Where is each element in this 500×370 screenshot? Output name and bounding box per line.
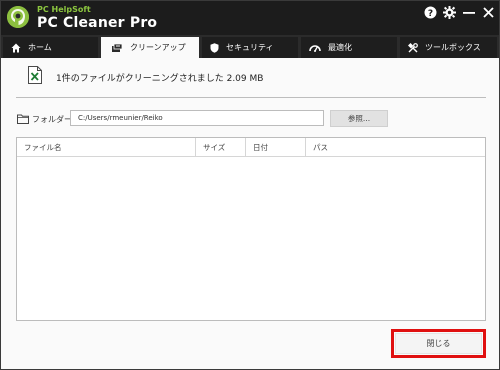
excel-file-icon bbox=[28, 66, 42, 86]
column-size[interactable]: サイズ bbox=[196, 138, 246, 157]
gear-icon[interactable] bbox=[442, 5, 456, 19]
tab-toolbox[interactable]: ツールボックス bbox=[400, 37, 497, 58]
browse-button[interactable]: 参照... bbox=[330, 110, 388, 127]
table-header: ファイル名 サイズ 日付 パス bbox=[17, 138, 485, 157]
cleanup-panel: 1件のファイルがクリーニングされました 2.09 MB フォルダー 参照... … bbox=[1, 58, 499, 369]
tools-icon bbox=[408, 42, 418, 52]
close-button[interactable]: 閉じる bbox=[395, 333, 482, 354]
app-window: PC HelpSoft PC Cleaner Pro ? ホーム クリーンアップ… bbox=[0, 0, 500, 370]
column-path[interactable]: パス bbox=[306, 138, 485, 157]
title-bar: PC HelpSoft PC Cleaner Pro ? bbox=[1, 1, 499, 35]
tab-home[interactable]: ホーム bbox=[3, 37, 98, 58]
shield-icon bbox=[210, 42, 219, 53]
tab-label: クリーンアップ bbox=[130, 43, 186, 52]
close-icon[interactable] bbox=[481, 5, 495, 19]
app-logo-icon bbox=[7, 6, 29, 28]
file-table: ファイル名 サイズ 日付 パス bbox=[16, 137, 486, 321]
app-title: PC Cleaner Pro bbox=[37, 15, 158, 31]
brand-company: PC HelpSoft bbox=[37, 5, 91, 14]
folder-icon bbox=[17, 114, 29, 126]
tab-label: ツールボックス bbox=[425, 43, 481, 52]
speedometer-icon bbox=[309, 45, 321, 52]
home-icon bbox=[11, 43, 21, 52]
folder-label: フォルダー bbox=[32, 115, 72, 124]
tab-label: セキュリティ bbox=[226, 43, 274, 52]
column-date[interactable]: 日付 bbox=[246, 138, 306, 157]
folder-path-input[interactable] bbox=[70, 110, 324, 126]
tab-label: 最適化 bbox=[328, 43, 352, 52]
svg-text:?: ? bbox=[427, 9, 432, 19]
column-filename[interactable]: ファイル名 bbox=[17, 138, 196, 157]
tab-security[interactable]: セキュリティ bbox=[202, 37, 298, 58]
minimize-icon[interactable] bbox=[462, 5, 476, 19]
tab-label: ホーム bbox=[28, 43, 52, 52]
divider bbox=[16, 97, 486, 98]
tab-bar: ホーム クリーンアップ セキュリティ 最適化 ツールボックス bbox=[1, 35, 499, 58]
close-button-highlight: 閉じる bbox=[391, 329, 486, 358]
cleanup-summary: 1件のファイルがクリーニングされました 2.09 MB bbox=[56, 74, 264, 84]
tab-cleanup[interactable]: クリーンアップ bbox=[101, 37, 199, 58]
help-icon[interactable]: ? bbox=[423, 5, 437, 19]
tab-optimize[interactable]: 最適化 bbox=[301, 37, 397, 58]
cleanup-icon bbox=[112, 43, 123, 52]
